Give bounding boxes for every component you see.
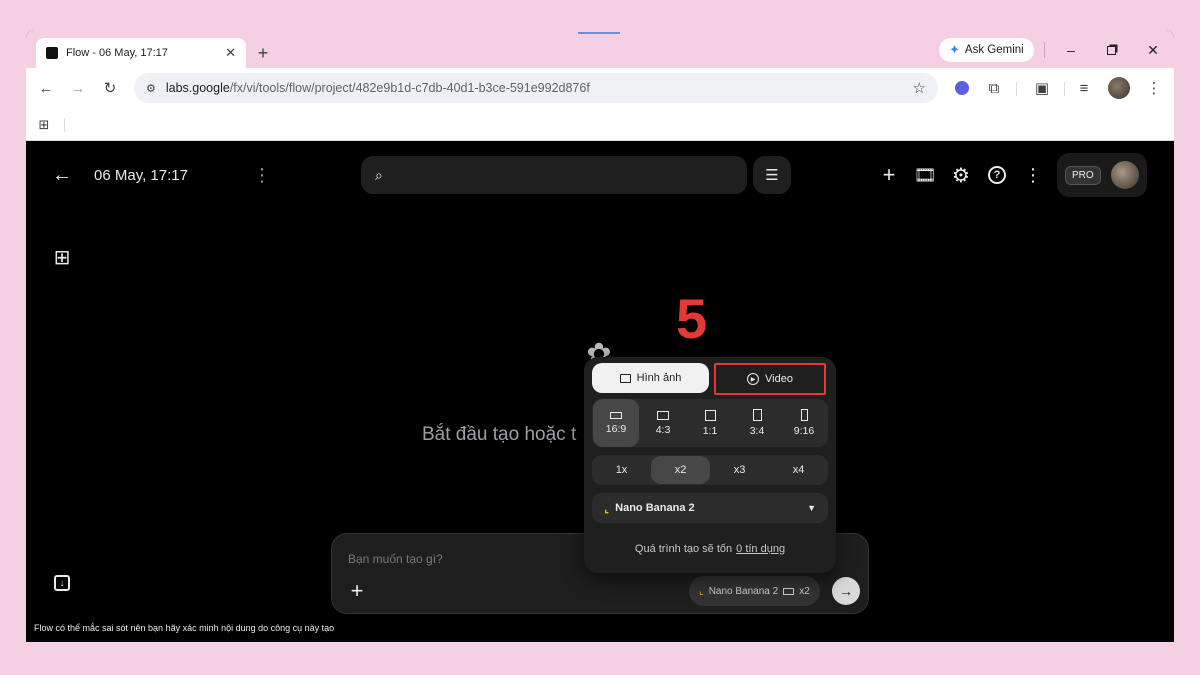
new-tab-button[interactable]: + bbox=[250, 40, 276, 66]
chip-count: x2 bbox=[799, 585, 810, 597]
model-dropdown[interactable]: ⌞ Nano Banana 2 ▼ bbox=[592, 493, 828, 523]
browser-toolbar: ← → ↻ ⚙ labs.google /fx/vi/tools/flow/pr… bbox=[26, 68, 1174, 108]
scene-grid-icon[interactable]: ⊞ bbox=[50, 245, 74, 269]
multiplier-selector: 1x x2 x3 x4 bbox=[592, 455, 828, 485]
ratio-option-1-1[interactable]: 1:1 bbox=[687, 399, 733, 447]
tab-search-icon[interactable]: ▣ bbox=[1030, 76, 1054, 100]
gemini-sparkle-icon: ✦ bbox=[949, 42, 960, 57]
multiplier-option-x4[interactable]: x4 bbox=[769, 456, 828, 484]
add-attachment-icon[interactable]: + bbox=[346, 578, 368, 603]
multiplier-option-1x[interactable]: 1x bbox=[592, 456, 651, 484]
project-menu-icon[interactable]: ⋮ bbox=[250, 163, 274, 187]
divider bbox=[1044, 42, 1045, 58]
ask-gemini-button[interactable]: ✦ Ask Gemini bbox=[939, 38, 1034, 62]
model-settings-chip[interactable]: ⌞ Nano Banana 2 x2 bbox=[689, 576, 820, 606]
divider bbox=[1064, 82, 1065, 96]
restore-icon[interactable] bbox=[1096, 38, 1126, 62]
help-icon[interactable]: ? bbox=[985, 163, 1009, 187]
more-menu-icon[interactable]: ⋮ bbox=[1021, 163, 1045, 187]
flow-app: ← 06 May, 17:17 ⋮ ⌕ ☰ + 🎞 ⚙ ? ⋮ PRO ⊞ ✿ … bbox=[26, 141, 1174, 642]
cost-text: Quá trình tạo sẽ tốn bbox=[634, 543, 733, 555]
model-label: Nano Banana 2 bbox=[615, 502, 695, 514]
url-host: labs.google bbox=[165, 81, 230, 95]
close-window-icon[interactable]: ✕ bbox=[1138, 38, 1168, 62]
filter-icon: ☰ bbox=[765, 167, 779, 184]
play-circle-icon: ▶ bbox=[747, 373, 760, 385]
ratio-option-16-9[interactable]: 16:9 bbox=[593, 399, 639, 447]
extension-icon[interactable] bbox=[952, 78, 972, 98]
browser-menu-icon[interactable]: ⋮ bbox=[1142, 76, 1166, 100]
profile-avatar[interactable] bbox=[1108, 77, 1130, 99]
search-icon: ⌕ bbox=[375, 166, 383, 183]
ratio-9-16-icon bbox=[800, 409, 808, 421]
flow-favicon-icon bbox=[46, 47, 58, 59]
dropdown-caret-icon: ▼ bbox=[807, 503, 816, 513]
project-title: 06 May, 17:17 bbox=[94, 167, 188, 184]
send-button[interactable]: → bbox=[832, 577, 860, 605]
minimize-icon[interactable]: – bbox=[1056, 38, 1086, 62]
bookmarks-bar: ⊞ bbox=[26, 108, 1174, 141]
empty-state-text: Bắt đầu tạo hoặc t bbox=[422, 424, 577, 445]
multiplier-option-x2[interactable]: x2 bbox=[651, 456, 710, 484]
reading-list-icon[interactable]: ≡ bbox=[1072, 76, 1096, 100]
video-tab-label: Video bbox=[765, 373, 793, 385]
site-info-icon[interactable]: ⚙ bbox=[146, 82, 156, 95]
ratio-option-3-4[interactable]: 3:4 bbox=[734, 399, 780, 447]
prompt-input[interactable]: Bạn muốn tạo gì? bbox=[348, 552, 443, 566]
browser-window: Flow - 06 May, 17:17 ✕ + ✦ Ask Gemini – … bbox=[26, 30, 1174, 642]
divider bbox=[1016, 82, 1017, 96]
film-icon[interactable]: 🎞 bbox=[913, 163, 937, 187]
back-arrow-icon[interactable]: ← bbox=[50, 163, 74, 187]
user-avatar[interactable] bbox=[1110, 161, 1139, 189]
ratio-16-9-icon bbox=[610, 411, 622, 419]
address-bar[interactable]: ⚙ labs.google /fx/vi/tools/flow/project/… bbox=[134, 73, 938, 103]
ask-gemini-label: Ask Gemini bbox=[964, 44, 1024, 56]
pro-badge: PRO bbox=[1065, 165, 1101, 185]
banana-icon: ⌞ bbox=[699, 585, 704, 597]
ratio-4-3-icon bbox=[657, 410, 669, 420]
search-input[interactable]: ⌕ bbox=[361, 156, 747, 194]
ratio-1-1-icon bbox=[704, 409, 716, 421]
download-box-icon[interactable]: ↓ bbox=[50, 571, 74, 595]
close-tab-icon[interactable]: ✕ bbox=[225, 45, 236, 61]
back-icon[interactable]: ← bbox=[34, 76, 58, 100]
account-area[interactable]: PRO bbox=[1057, 153, 1147, 197]
tab-strip: Flow - 06 May, 17:17 ✕ + ✦ Ask Gemini – … bbox=[26, 30, 1174, 68]
credits-link[interactable]: 0 tín dụng bbox=[736, 543, 785, 555]
footer-disclaimer: Flow có thể mắc sai sót nên bạn hãy xác … bbox=[34, 623, 335, 633]
apps-grid-icon[interactable]: ⊞ bbox=[34, 115, 54, 135]
extensions-puzzle-icon[interactable]: ⧉ bbox=[982, 76, 1006, 100]
reload-icon[interactable]: ↻ bbox=[98, 76, 122, 100]
ratio-outline-icon bbox=[783, 587, 795, 595]
ratio-3-4-icon bbox=[752, 409, 762, 421]
add-icon[interactable]: + bbox=[877, 162, 901, 187]
multiplier-option-x3[interactable]: x3 bbox=[710, 456, 769, 484]
tab-title: Flow - 06 May, 17:17 bbox=[66, 47, 168, 59]
ratio-option-4-3[interactable]: 4:3 bbox=[640, 399, 686, 447]
generation-settings-popover: Hình ảnh ▶ Video 16:9 4:3 1:1 3:4 9:16 1… bbox=[584, 357, 836, 573]
cost-info: Quá trình tạo sẽ tốn 0 tín dụng bbox=[584, 543, 836, 555]
image-tab-label: Hình ảnh bbox=[636, 372, 682, 384]
chip-model-name: Nano Banana 2 bbox=[708, 585, 779, 597]
divider bbox=[64, 118, 65, 132]
step-annotation-number: 5 bbox=[676, 287, 708, 350]
url-path: /fx/vi/tools/flow/project/482e9b1d-c7db-… bbox=[229, 81, 590, 95]
ratio-option-9-16[interactable]: 9:16 bbox=[781, 399, 827, 447]
tab-strip-indicator bbox=[578, 32, 620, 34]
banana-icon: ⌞ bbox=[604, 502, 610, 515]
settings-gear-icon[interactable]: ⚙ bbox=[949, 163, 973, 187]
browser-tab[interactable]: Flow - 06 May, 17:17 ✕ bbox=[36, 38, 246, 68]
forward-icon[interactable]: → bbox=[66, 76, 90, 100]
image-icon bbox=[619, 373, 631, 383]
bookmark-star-icon[interactable]: ☆ bbox=[913, 79, 926, 97]
video-mode-tab[interactable]: ▶ Video bbox=[714, 363, 826, 395]
filter-button[interactable]: ☰ bbox=[753, 156, 791, 194]
aspect-ratio-selector: 16:9 4:3 1:1 3:4 9:16 bbox=[592, 399, 828, 447]
image-mode-tab[interactable]: Hình ảnh bbox=[592, 363, 709, 393]
